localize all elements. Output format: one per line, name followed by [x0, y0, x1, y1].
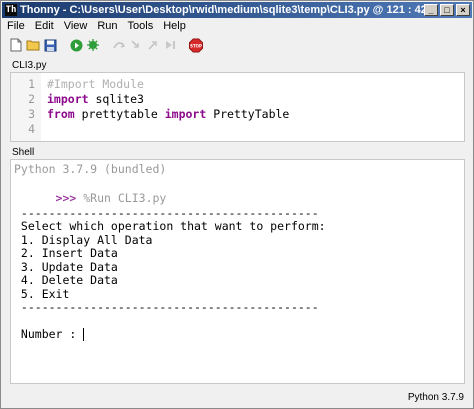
- line-number: 3: [28, 107, 35, 121]
- code-editor[interactable]: 1 #Import Module 2 import sqlite3 3 from pret…: [10, 72, 465, 142]
- run-command-line: >>> %Run CLI3.py: [14, 177, 167, 205]
- partial-line: #Main Connection to Database: [11, 137, 53, 141]
- shell-output-line: 3. Update Data: [14, 259, 118, 274]
- shell-output-line: 4. Delete Data: [14, 273, 118, 287]
- status-bar: Python 3.7.9: [2, 389, 472, 407]
- shell-prompt: >>>: [55, 191, 77, 205]
- thonny-window: Th Thonny - C:\Users\User\Desktop\rwid\m…: [0, 0, 474, 409]
- stop-icon[interactable]: STOP: [189, 38, 203, 52]
- menu-run[interactable]: Run: [92, 18, 122, 34]
- close-icon[interactable]: ×: [456, 4, 470, 16]
- resume-icon[interactable]: [163, 38, 177, 52]
- debug-icon[interactable]: [86, 38, 100, 52]
- shell-output-line: 5. Exit: [14, 286, 70, 301]
- save-icon[interactable]: [43, 38, 57, 52]
- menu-help[interactable]: Help: [158, 18, 191, 34]
- thonny-app-icon[interactable]: Th: [5, 4, 17, 16]
- shell-tab[interactable]: Shell: [12, 147, 34, 158]
- open-folder-icon[interactable]: [26, 38, 40, 52]
- toolbar: STOP: [9, 36, 203, 54]
- code-token: prettytable: [74, 107, 165, 121]
- interpreter-status[interactable]: Python 3.7.9: [408, 392, 464, 403]
- line-number: 4: [28, 122, 35, 136]
- menu-bar: File Edit View Run Tools Help: [2, 18, 472, 34]
- text-cursor: [83, 327, 85, 341]
- window-controls: _ □ ×: [424, 4, 470, 16]
- new-file-icon[interactable]: [9, 38, 23, 52]
- step-over-icon[interactable]: [112, 38, 126, 52]
- window-title: Thonny - C:\Users\User\Desktop\rwid\medi…: [20, 4, 424, 16]
- title-bar[interactable]: Th Thonny - C:\Users\User\Desktop\rwid\m…: [2, 2, 472, 18]
- run-command: %Run CLI3.py: [76, 191, 167, 205]
- step-out-icon[interactable]: [146, 38, 160, 52]
- shell-output-line: Select which operation that want to perf…: [14, 219, 326, 233]
- stop-label: STOP: [190, 43, 202, 48]
- shell-output-line: ----------------------------------------…: [14, 300, 319, 314]
- line-number: 2: [28, 92, 35, 106]
- code-text: #Import Module: [47, 77, 144, 92]
- shell-output-line: ----------------------------------------…: [14, 205, 319, 220]
- keyword-token: import: [47, 92, 89, 106]
- run-icon[interactable]: [69, 38, 83, 52]
- shell-output-line: 2. Insert Data: [14, 246, 118, 260]
- minimize-icon[interactable]: _: [424, 4, 438, 16]
- menu-file[interactable]: File: [2, 18, 30, 34]
- editor-tab-cli3[interactable]: CLI3.py: [12, 60, 46, 71]
- menu-tools[interactable]: Tools: [123, 18, 159, 34]
- python-banner: Python 3.7.9 (bundled): [14, 162, 167, 176]
- shell-console[interactable]: Python 3.7.9 (bundled) >>> %Run CLI3.py …: [10, 159, 465, 384]
- code-text: import sqlite3: [47, 92, 144, 107]
- shell-output-line: Number :: [14, 327, 84, 341]
- line-number: 1: [28, 77, 35, 91]
- code-token: PrettyTable: [206, 107, 290, 121]
- menu-view[interactable]: View: [59, 18, 93, 34]
- keyword-token: import: [164, 107, 207, 121]
- code-text: from prettytable import PrettyTable: [47, 107, 289, 122]
- keyword-token: from: [47, 107, 75, 121]
- step-into-icon[interactable]: [129, 38, 143, 52]
- menu-edit[interactable]: Edit: [30, 18, 59, 34]
- shell-output-line: 1. Display All Data: [14, 232, 153, 247]
- comment-token: #Import Module: [47, 77, 144, 91]
- code-token: sqlite3: [88, 92, 144, 106]
- maximize-icon[interactable]: □: [440, 4, 454, 16]
